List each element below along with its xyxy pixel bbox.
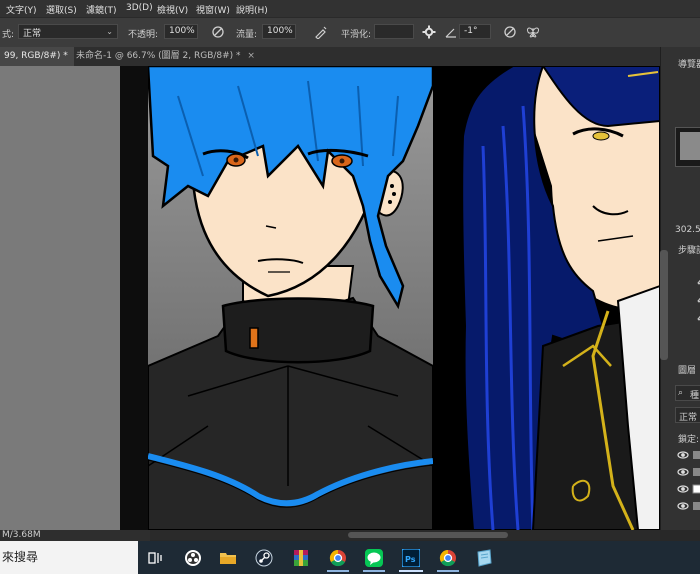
document-tab-bar: 99, RGB/8#) * 未命名-1 @ 66.7% (圖層 2, RGB/8… xyxy=(0,47,660,66)
pressure-size-icon[interactable] xyxy=(503,25,517,39)
document-size[interactable]: M/3.68M xyxy=(2,530,41,540)
vertical-scroll-thumb[interactable] xyxy=(660,250,668,360)
chevron-down-icon: ⌄ xyxy=(106,27,113,36)
artwork-blue-haired-character[interactable] xyxy=(148,66,433,530)
tab-label: 未命名-1 @ 66.7% (圖層 2, RGB/8#) * xyxy=(76,51,241,61)
angle-value: -1° xyxy=(464,26,478,36)
tab-close-icon[interactable]: × xyxy=(247,51,255,61)
layers-panel-title[interactable]: 圖層 xyxy=(678,363,696,376)
mode-value: 正常 xyxy=(23,29,42,39)
mode-label: 式: xyxy=(2,30,15,40)
layer-filter-value: 種 xyxy=(690,391,700,401)
steam-icon[interactable] xyxy=(255,549,273,567)
options-bar: 式: 正常 ⌄ 不透明: 100% ⌄ 流量: 100% ⌄ 平滑化: -1° xyxy=(0,17,700,52)
menu-item-type[interactable]: 文字(Y) xyxy=(6,3,37,16)
flow-label: 流量: xyxy=(236,30,258,40)
tab-label: 99, RGB/8#) * xyxy=(4,51,68,61)
menu-item-window[interactable]: 視窗(W) xyxy=(196,3,230,16)
svg-text:Ps: Ps xyxy=(405,555,416,564)
line-icon[interactable] xyxy=(365,549,383,567)
history-panel-title[interactable]: 步驟記 xyxy=(678,243,700,256)
taskbar-active-indicator xyxy=(437,570,459,572)
taskbar-search-box[interactable]: 來搜尋 xyxy=(0,541,138,574)
notes-icon[interactable] xyxy=(475,549,493,567)
menu-item-3d[interactable]: 3D(D) xyxy=(126,3,153,13)
layer-filter-input[interactable]: ⌕ 種 xyxy=(675,385,700,401)
artwork-dark-haired-character[interactable] xyxy=(433,66,660,530)
winrar-icon[interactable] xyxy=(292,549,310,567)
task-view-icon[interactable] xyxy=(146,549,164,567)
airbrush-icon[interactable] xyxy=(314,25,328,39)
flow-value: 100% xyxy=(267,26,293,36)
canvas-dark-strip xyxy=(120,66,148,530)
navigator-preview xyxy=(680,132,700,160)
smoothing-input[interactable] xyxy=(374,24,414,39)
smoothing-label: 平滑化: xyxy=(341,30,372,40)
menu-item-help[interactable]: 說明(H) xyxy=(236,3,268,16)
menu-item-view[interactable]: 檢視(V) xyxy=(157,3,188,16)
symmetry-butterfly-icon[interactable] xyxy=(526,25,540,39)
menu-item-filter[interactable]: 濾鏡(T) xyxy=(86,3,117,16)
status-bar: M/3.68M xyxy=(0,530,150,541)
search-icon: ⌕ xyxy=(678,388,684,398)
flow-input[interactable]: 100% xyxy=(262,24,296,39)
vertical-scrollbar[interactable] xyxy=(660,230,670,520)
obs-icon[interactable] xyxy=(184,549,202,567)
angle-input[interactable]: -1° xyxy=(459,24,491,39)
menu-bar: 文字(Y) 選取(S) 濾鏡(T) 3D(D) 檢視(V) 視窗(W) 說明(H… xyxy=(0,0,700,17)
navigator-thumbnail[interactable] xyxy=(675,127,700,167)
taskbar-active-indicator xyxy=(399,570,423,572)
blend-mode-value: 正常 xyxy=(679,413,698,423)
menu-item-select[interactable]: 選取(S) xyxy=(46,3,77,16)
layer-visibility-icons[interactable] xyxy=(675,449,700,519)
lock-label: 鎖定: xyxy=(678,435,700,445)
tab-document-2[interactable]: 未命名-1 @ 66.7% (圖層 2, RGB/8#) * × xyxy=(72,47,255,66)
zoom-level[interactable]: 302.5% xyxy=(675,225,700,235)
taskbar-search-text: 來搜尋 xyxy=(2,550,39,564)
tab-document-1[interactable]: 99, RGB/8#) * xyxy=(0,47,74,66)
horizontal-scrollbar[interactable] xyxy=(148,530,660,540)
mode-select[interactable]: 正常 ⌄ xyxy=(18,24,118,39)
opacity-input[interactable]: 100% xyxy=(164,24,198,39)
taskbar-active-indicator xyxy=(363,570,385,572)
opacity-label: 不透明: xyxy=(128,30,159,40)
chrome-icon[interactable] xyxy=(329,549,347,567)
gear-icon[interactable] xyxy=(422,25,436,39)
taskbar-active-indicator xyxy=(327,570,349,572)
layer-blend-mode-select[interactable]: 正常 xyxy=(675,407,700,423)
chrome-icon[interactable] xyxy=(439,549,457,567)
angle-icon xyxy=(445,28,456,38)
photoshop-icon[interactable]: Ps xyxy=(402,549,420,567)
pressure-opacity-icon[interactable] xyxy=(211,25,225,39)
opacity-value: 100% xyxy=(169,26,195,36)
navigator-panel-title[interactable]: 導覽器 xyxy=(678,57,700,70)
file-explorer-icon[interactable] xyxy=(219,549,237,567)
horizontal-scroll-thumb[interactable] xyxy=(348,532,508,538)
